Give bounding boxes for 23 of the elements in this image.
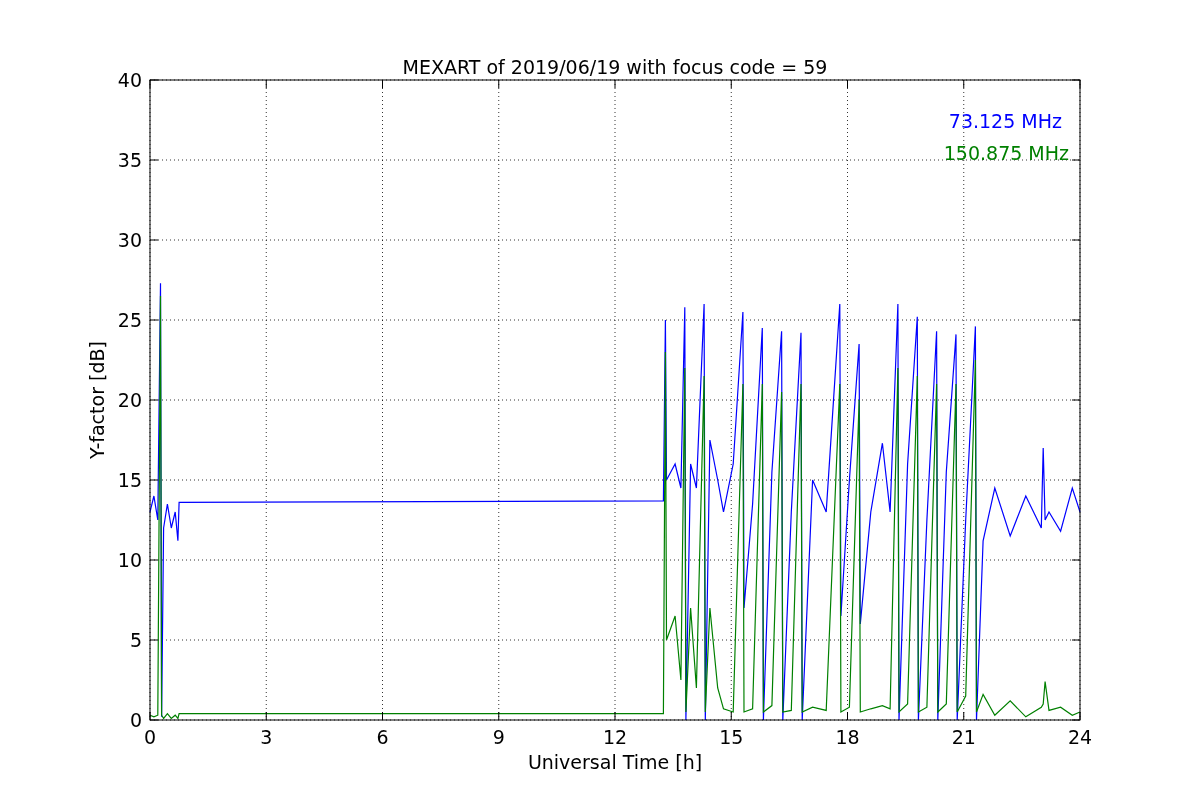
- y-tick-label: 20: [117, 389, 142, 411]
- x-axis-label: Universal Time [h]: [527, 751, 703, 773]
- y-tick-label: 15: [117, 469, 142, 491]
- x-tick-label: 21: [951, 726, 976, 748]
- y-tick-label: 35: [117, 149, 142, 171]
- legend-label: 150.875 MHz: [943, 142, 1069, 164]
- x-tick-label: 6: [376, 726, 389, 748]
- x-tick-label: 24: [1067, 726, 1093, 748]
- y-tick-label: 30: [117, 229, 142, 251]
- y-tick-label: 5: [129, 629, 142, 651]
- legend-label: 73.125 MHz: [948, 110, 1062, 132]
- x-tick-label: 9: [492, 726, 505, 748]
- y-tick-label: 0: [129, 709, 142, 731]
- y-tick-label: 40: [117, 69, 142, 91]
- x-tick-label: 3: [260, 726, 273, 748]
- x-tick-label: 12: [602, 726, 628, 748]
- y-axis-label: Y-factor [dB]: [86, 341, 108, 459]
- y-tick-label: 10: [117, 549, 142, 571]
- chart-title: MEXART of 2019/06/19 with focus code = 59: [402, 56, 828, 78]
- y-tick-label: 25: [117, 309, 142, 331]
- x-tick-label: 15: [719, 726, 744, 748]
- x-tick-label: 18: [835, 726, 860, 748]
- x-tick-label: 0: [143, 726, 157, 748]
